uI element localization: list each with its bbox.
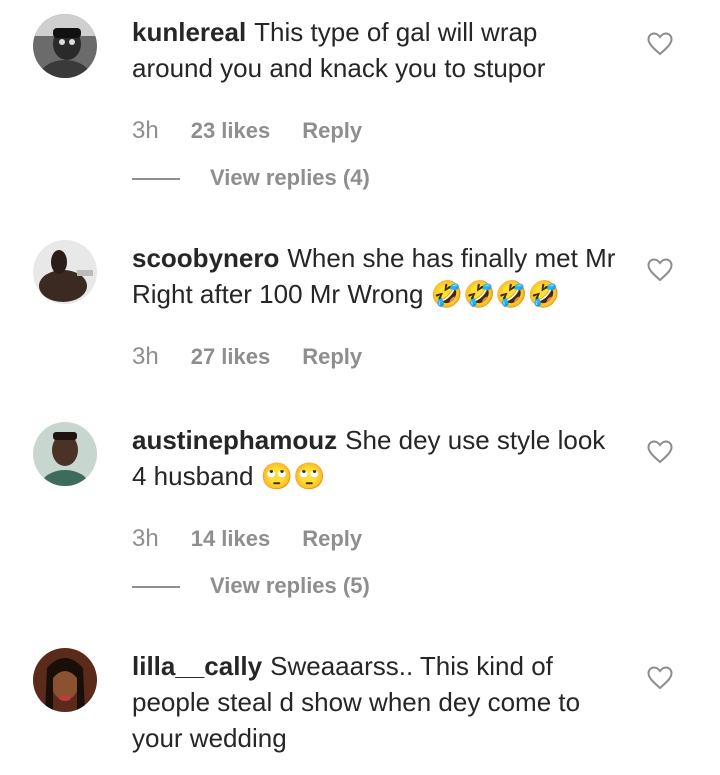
comment-username[interactable]: scoobynero <box>132 243 279 273</box>
comment-timestamp: 3h <box>132 525 159 552</box>
reply-button[interactable]: Reply <box>302 342 362 372</box>
comment-likes[interactable]: 14 likes <box>191 524 271 554</box>
comment-likes[interactable]: 23 likes <box>191 116 271 146</box>
comment-likes[interactable]: 27 likes <box>191 342 271 372</box>
like-heart-icon[interactable] <box>647 666 673 690</box>
avatar[interactable] <box>33 422 97 486</box>
reply-button[interactable]: Reply <box>302 524 362 554</box>
replies-divider <box>132 586 180 589</box>
like-heart-icon[interactable] <box>647 32 673 56</box>
reply-button[interactable]: Reply <box>302 116 362 146</box>
replies-divider <box>132 178 180 181</box>
comment-username[interactable]: austinephamouz <box>132 425 337 455</box>
like-heart-icon[interactable] <box>647 440 673 464</box>
avatar[interactable] <box>33 240 97 304</box>
avatar[interactable] <box>33 14 97 78</box>
comment-username[interactable]: lilla__cally <box>132 651 262 681</box>
comment-timestamp: 3h <box>132 117 159 144</box>
like-heart-icon[interactable] <box>647 258 673 282</box>
view-replies-button[interactable]: View replies (4) <box>210 163 370 193</box>
view-replies-button[interactable]: View replies (5) <box>210 571 370 601</box>
comment-timestamp: 3h <box>132 343 159 370</box>
comment-username[interactable]: kunlereal <box>132 17 246 47</box>
avatar[interactable] <box>33 648 97 712</box>
